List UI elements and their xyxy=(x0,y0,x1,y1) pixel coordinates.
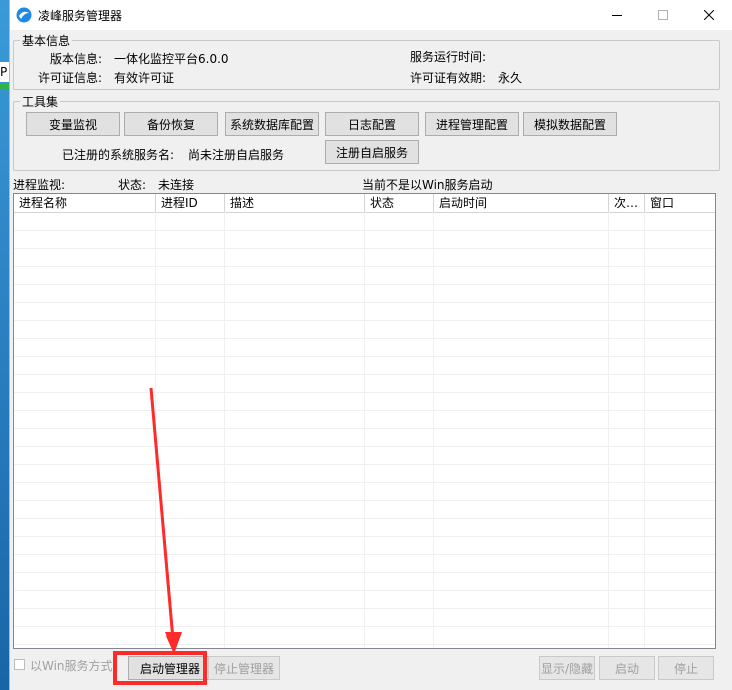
annotation-arrow-icon xyxy=(149,387,182,654)
